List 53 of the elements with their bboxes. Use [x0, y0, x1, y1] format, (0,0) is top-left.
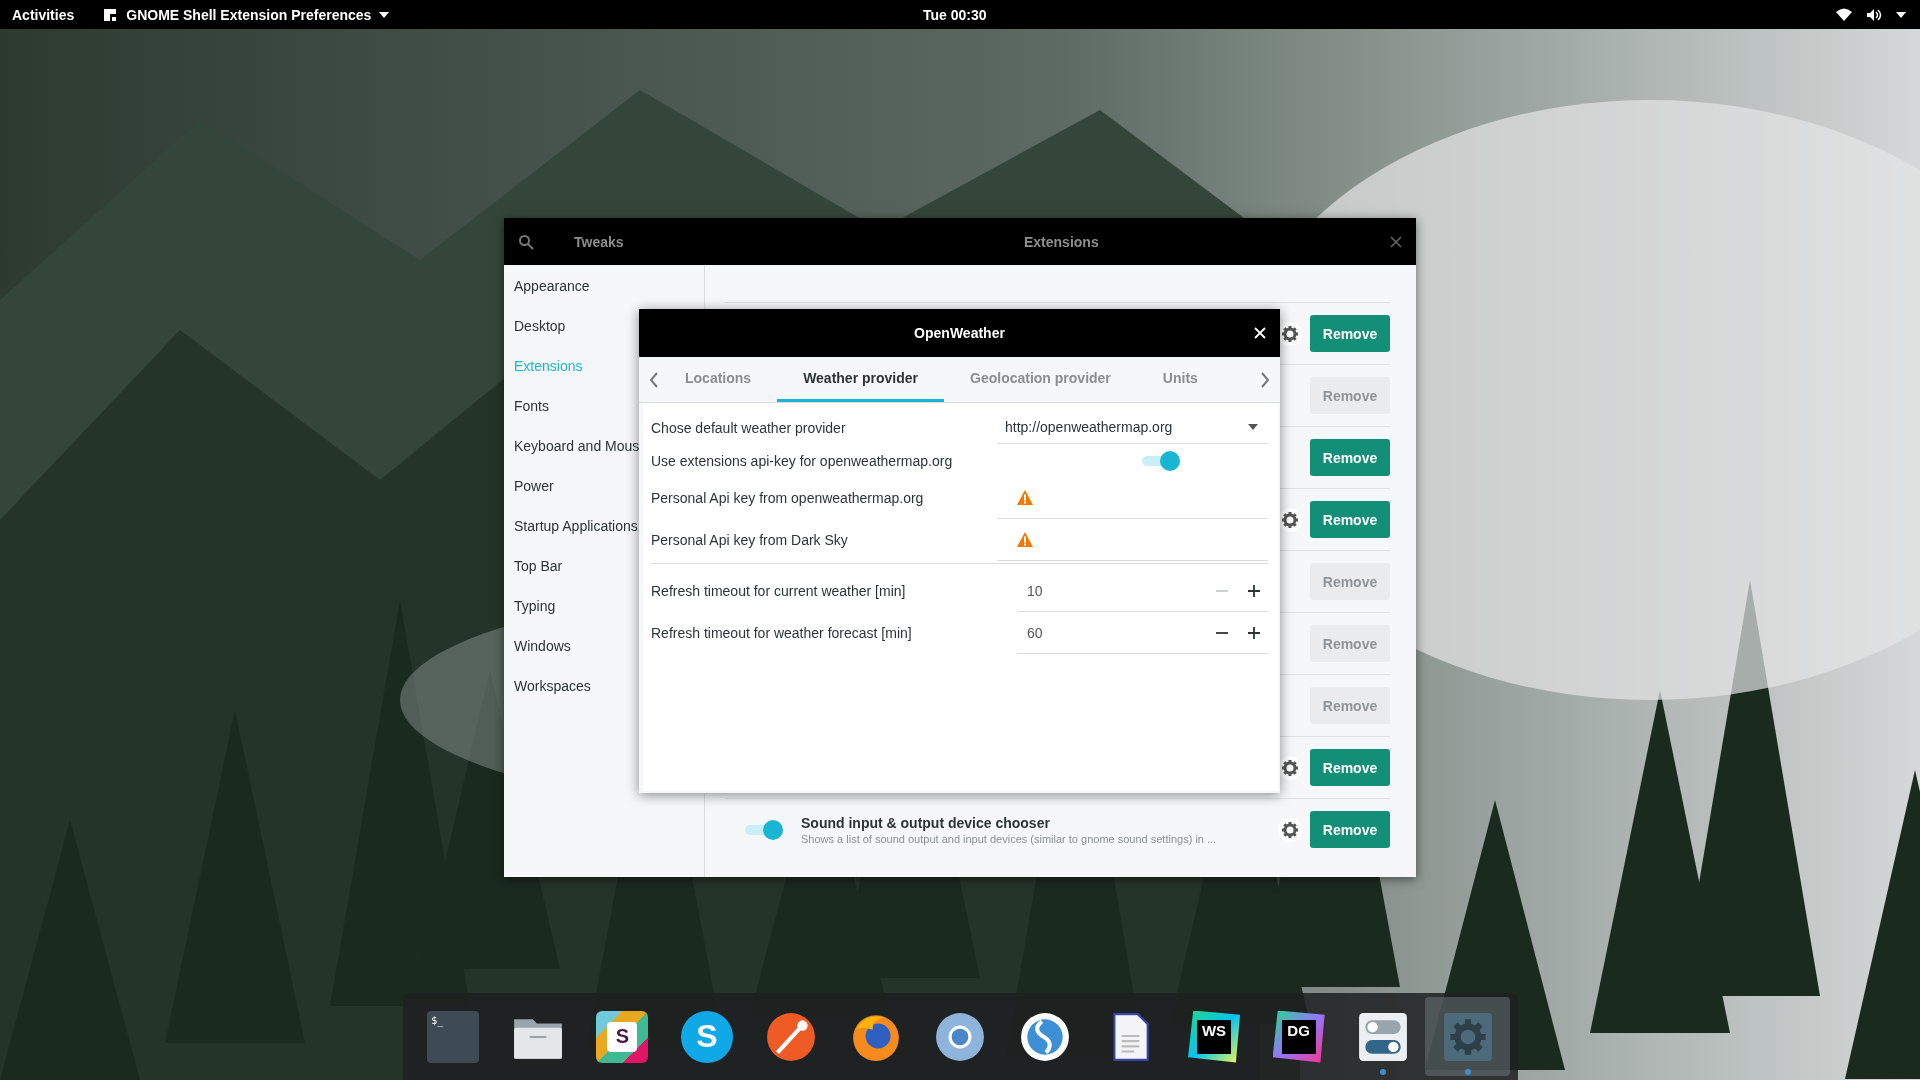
activities-button[interactable]: Activities: [12, 6, 75, 23]
settings-icon[interactable]: [1278, 817, 1302, 842]
caret-icon: [379, 11, 390, 18]
caret-icon[interactable]: [1896, 11, 1906, 18]
setting-label: Personal Api key from Dark Sky: [651, 532, 849, 548]
search-icon[interactable]: [518, 233, 534, 250]
sidebar-item[interactable]: Appearance: [504, 268, 704, 308]
setting-label: Use extensions api-key for openweathermap.org: [651, 452, 954, 469]
remove-button[interactable]: Remove: [1310, 501, 1390, 538]
skype-app-icon: S: [680, 1010, 733, 1063]
postman-app-icon: [765, 1010, 818, 1063]
extension-switch[interactable]: [745, 819, 783, 840]
wifi-icon[interactable]: [1836, 6, 1852, 23]
settings-icon[interactable]: [1278, 755, 1302, 780]
terminal-app-icon: $_: [427, 1010, 480, 1063]
ide-app-icon: DG: [1272, 1010, 1325, 1063]
setting-label: Refresh timeout for weather forecast [min]: [651, 625, 913, 641]
page-title: Extensions: [1024, 233, 1099, 250]
simplenote-app-icon: [1019, 1010, 1071, 1063]
settings-icon[interactable]: [1278, 321, 1302, 346]
provider-dropdown[interactable]: http://openweathermap.org: [997, 411, 1268, 444]
app-icon: [102, 6, 119, 23]
extension-description: Shows a list of sound output and input devices (similar to gnome sound settings) in ...: [801, 832, 1217, 845]
plus-icon[interactable]: [1248, 626, 1260, 639]
chevron-left-icon[interactable]: [649, 371, 659, 388]
slack-app-icon: S: [596, 1010, 649, 1063]
chevron-right-icon[interactable]: [1260, 371, 1270, 388]
dialog-title: OpenWeather: [914, 325, 1005, 341]
dock-item[interactable]: WS: [1171, 997, 1257, 1076]
dock-item[interactable]: $_: [411, 997, 496, 1076]
dock-item[interactable]: DG: [1256, 997, 1341, 1076]
setting-label: Chose default weather provider: [651, 419, 847, 436]
window-title: Tweaks: [574, 233, 624, 250]
caret-icon: [1248, 424, 1258, 430]
api-key-switch[interactable]: [1142, 450, 1180, 471]
extension-name: Sound input & output device chooser: [801, 814, 1051, 831]
remove-button[interactable]: Remove: [1310, 749, 1390, 786]
setting-label: Refresh timeout for current weather [min]: [651, 583, 907, 599]
clock[interactable]: Tue 00:30: [923, 6, 987, 23]
remove-button[interactable]: Remove: [1310, 439, 1390, 476]
remove-button[interactable]: Remove: [1310, 315, 1390, 352]
settings-icon[interactable]: [1278, 507, 1302, 532]
spin-field[interactable]: 10: [1017, 570, 1268, 612]
spin-field[interactable]: 60: [1017, 612, 1268, 654]
settings-app-icon: [1441, 1010, 1494, 1063]
plus-icon[interactable]: [1248, 584, 1260, 597]
dock-item[interactable]: S: [580, 997, 665, 1076]
chromium-app-icon: [934, 1010, 987, 1063]
toggles-app-icon: [1357, 1010, 1410, 1063]
setting-label: Personal Api key from openweathermap.org: [651, 490, 925, 506]
ide-app-icon: WS: [1188, 1010, 1241, 1063]
volume-icon[interactable]: [1866, 6, 1882, 23]
remove-button[interactable]: Remove: [1310, 811, 1390, 848]
